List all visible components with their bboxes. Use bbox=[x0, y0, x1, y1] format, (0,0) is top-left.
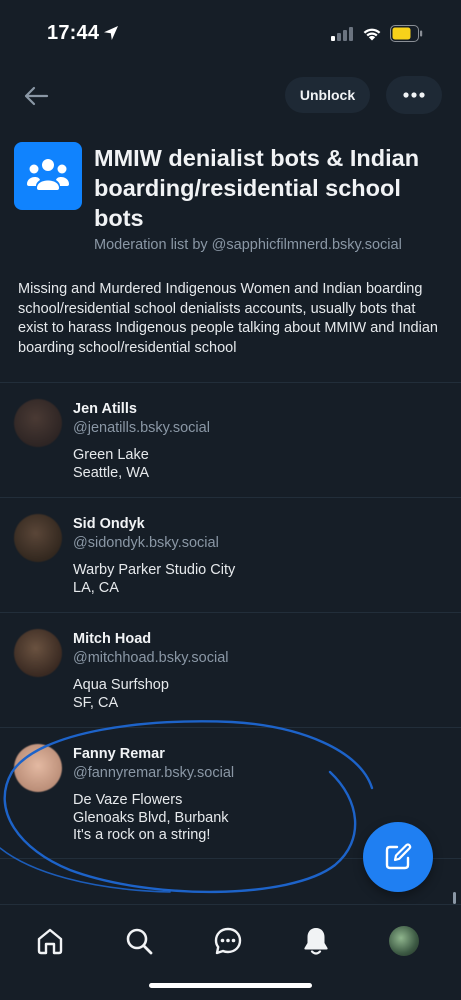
member-name: Fanny Remar bbox=[73, 746, 165, 762]
list-subtitle[interactable]: Moderation list by @sapphicfilmnerd.bsky… bbox=[94, 237, 402, 253]
list-avatar bbox=[14, 142, 82, 210]
search-icon bbox=[126, 928, 153, 955]
nav-search[interactable] bbox=[119, 921, 159, 961]
notifications-bell-icon bbox=[304, 928, 328, 955]
avatar[interactable] bbox=[14, 629, 62, 677]
bio-line: Glenoaks Blvd, Burbank bbox=[73, 809, 229, 826]
bio-line: Warby Parker Studio City bbox=[73, 562, 236, 578]
status-bar: 17:44 bbox=[0, 0, 461, 66]
list-member[interactable]: Mitch Hoad @mitchhoad.bsky.social Aqua S… bbox=[0, 613, 461, 727]
arrow-left-icon bbox=[24, 86, 49, 106]
bio-line: SF, CA bbox=[73, 694, 119, 711]
nav-profile[interactable] bbox=[384, 921, 424, 961]
more-options-button[interactable] bbox=[386, 76, 442, 114]
nav-notifications[interactable] bbox=[296, 921, 336, 961]
cellular-signal-icon bbox=[331, 27, 353, 41]
member-bio: Aqua Surfshop SF, CA bbox=[73, 677, 169, 712]
member-bio: Green Lake Seattle, WA bbox=[73, 447, 149, 482]
member-bio: Warby Parker Studio City LA, CA bbox=[73, 562, 235, 597]
bio-line: Green Lake bbox=[73, 447, 149, 463]
chat-icon bbox=[214, 927, 242, 955]
wifi-icon bbox=[363, 28, 381, 41]
member-name: Mitch Hoad bbox=[73, 631, 152, 647]
scroll-indicator[interactable] bbox=[453, 892, 456, 904]
list-title: MMIW denialist bots & Indian boarding/re… bbox=[94, 145, 420, 231]
member-handle: @fannyremar.bsky.social bbox=[73, 765, 235, 781]
ellipsis-icon bbox=[403, 92, 425, 98]
unblock-button[interactable]: Unblock bbox=[285, 77, 370, 113]
bio-line: Aqua Surfshop bbox=[73, 677, 169, 693]
member-handle: @mitchhoad.bsky.social bbox=[73, 650, 229, 666]
compose-icon bbox=[385, 843, 412, 870]
location-arrow-icon bbox=[104, 26, 118, 40]
bio-line: It's a rock on a string! bbox=[73, 827, 211, 843]
profile-avatar bbox=[389, 926, 419, 956]
bio-line: LA, CA bbox=[73, 579, 119, 596]
member-handle: @jenatills.bsky.social bbox=[73, 420, 210, 436]
nav-chat[interactable] bbox=[208, 921, 248, 961]
group-icon bbox=[27, 159, 69, 190]
bio-line: De Vaze Flowers bbox=[73, 792, 183, 808]
back-button[interactable] bbox=[18, 78, 54, 114]
nav-home[interactable] bbox=[30, 921, 70, 961]
status-time: 17:44 bbox=[47, 22, 100, 44]
member-handle: @sidondyk.bsky.social bbox=[73, 535, 219, 551]
battery-icon bbox=[390, 25, 423, 42]
avatar[interactable] bbox=[14, 744, 62, 792]
avatar[interactable] bbox=[14, 399, 62, 447]
member-name: Jen Atills bbox=[73, 401, 137, 417]
bio-line: Seattle, WA bbox=[73, 464, 150, 481]
avatar[interactable] bbox=[14, 514, 62, 562]
home-indicator bbox=[149, 983, 312, 988]
list-description: Missing and Murdered Indigenous Women an… bbox=[18, 281, 438, 356]
list-member[interactable]: Jen Atills @jenatills.bsky.social Green … bbox=[0, 383, 461, 497]
compose-button[interactable] bbox=[363, 822, 433, 892]
member-bio: De Vaze Flowers Glenoaks Blvd, Burbank I… bbox=[73, 792, 229, 845]
home-icon bbox=[37, 928, 63, 955]
list-member[interactable]: Sid Ondyk @sidondyk.bsky.social Warby Pa… bbox=[0, 498, 461, 612]
member-name: Sid Ondyk bbox=[73, 516, 145, 532]
